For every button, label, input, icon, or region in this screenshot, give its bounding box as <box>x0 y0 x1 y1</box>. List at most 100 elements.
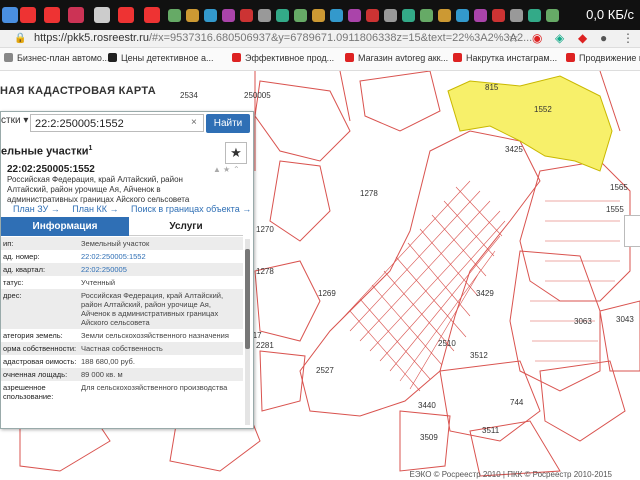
info-value: Частная собственность <box>79 342 243 355</box>
info-value: Земельный участок <box>79 237 243 250</box>
map-side-button[interactable] <box>624 215 640 247</box>
info-row: атегория земель: Земли сельскохозяйственн… <box>1 329 243 342</box>
bookmark-icon <box>345 53 354 62</box>
info-value: Земли сельскохозяйственного назначения <box>81 331 229 340</box>
network-speed: 0,0 КБ/с <box>586 7 634 22</box>
menu-icon[interactable]: ⋮ <box>622 31 634 45</box>
bookmark-icon <box>108 53 117 62</box>
info-key: ип: <box>1 237 79 250</box>
info-key: адастровая оимость: <box>3 357 77 366</box>
parcel-label: 3043 <box>616 315 634 324</box>
app-notification-icon <box>222 9 235 22</box>
youtube-icon <box>44 7 60 23</box>
bookmark-item[interactable]: Магазин avtoreg акк... <box>345 53 448 63</box>
bookmark-item[interactable]: Эффективное прод... <box>232 53 334 63</box>
info-key: ад. номер: <box>3 252 40 261</box>
info-value[interactable]: 22:02:250005:1552 <box>79 250 243 263</box>
bookmark-label: Магазин avtoreg акк... <box>358 53 449 63</box>
tab-info[interactable]: Информация <box>1 217 129 236</box>
bookmark-item[interactable]: Цены детективное а... <box>108 53 214 63</box>
parcel-label: 2527 <box>316 366 334 375</box>
parcel-label: 3429 <box>476 289 494 298</box>
parcel-label: 744 <box>510 398 524 407</box>
bookmarks-bar: Бизнес-план автомо... Цены детективное а.… <box>0 48 640 71</box>
results-heading: ельные участки1 <box>1 145 93 158</box>
find-button[interactable]: Найти <box>206 114 250 133</box>
info-row: дрес: Российская Федерация, край Алтайски… <box>1 289 243 329</box>
app-notification-icon <box>168 9 181 22</box>
bookmark-label: Накрутка инстаграм... <box>466 53 558 63</box>
info-key: татус: <box>3 278 24 287</box>
panel-scrollbar[interactable] <box>245 239 250 425</box>
info-value[interactable]: 22:02:250005 <box>79 263 243 276</box>
plan-kk-link[interactable]: План КК → <box>72 204 118 214</box>
star-bookmark-icon[interactable]: ☆ <box>508 31 519 45</box>
app-notification-icon <box>402 9 415 22</box>
address-bar[interactable]: 🔒 https://pkk5.rosreestr.ru/#x=9537316.6… <box>0 30 640 48</box>
profile-icon[interactable]: ● <box>600 31 607 45</box>
info-row: азрешенное спользование: Для сельскохозяй… <box>1 381 243 403</box>
search-row: стки ▾ 22:2:250005:1552 × Найти <box>1 112 253 136</box>
bookmark-item[interactable]: Накрутка инстаграм... <box>453 53 557 63</box>
app-notification-icon <box>330 9 343 22</box>
info-row: очненная лощадь: 89 000 кв. м <box>1 368 243 381</box>
info-table: ип: Земельный участок ад. номер: 22:02:2500… <box>1 237 243 403</box>
parcel-label: 1269 <box>318 289 336 298</box>
parcel-label: 815 <box>485 83 499 92</box>
collapse-icon[interactable]: ▲ <box>213 165 221 174</box>
app-notification-icon <box>240 9 253 22</box>
info-value: Российская Федерация, край Алтайский, ра… <box>79 289 243 329</box>
object-number[interactable]: 22:02:250005:1552 <box>7 164 95 175</box>
opera-icon[interactable]: ◉ <box>532 31 542 45</box>
youtube-icon <box>144 7 160 23</box>
parcel-label: 1278 <box>256 267 274 276</box>
app-notification-icon <box>258 9 271 22</box>
bookmark-item[interactable]: Продвижение в In... <box>566 53 640 63</box>
app-notification-icon <box>420 9 433 22</box>
app-notification-icon <box>294 9 307 22</box>
bookmark-icon <box>566 53 575 62</box>
app-notification-icon <box>438 9 451 22</box>
youtube-icon <box>20 7 36 23</box>
chevron-up-icon[interactable]: ⌃ <box>233 165 240 174</box>
parcel-label: 3440 <box>418 401 436 410</box>
app-notification-icon <box>186 9 199 22</box>
bookmark-item[interactable]: Бизнес-план автомо... <box>4 53 109 63</box>
app-notification-icon <box>492 9 505 22</box>
url-text[interactable]: https://pkk5.rosreestr.ru/#x=9537316.680… <box>34 32 532 44</box>
extension-icon[interactable]: ◆ <box>578 31 587 45</box>
info-value: Для сельскохозяйственного производства <box>81 383 228 392</box>
info-row: адастровая оимость: 188 680,00 руб. <box>1 355 243 368</box>
app-notification-icon <box>312 9 325 22</box>
favorite-star-icon[interactable]: ★ <box>225 142 247 164</box>
app-notification-icon <box>276 9 289 22</box>
highlighted-parcel <box>447 75 613 172</box>
bookmark-icon <box>4 53 13 62</box>
plan-zu-link[interactable]: План ЗУ → <box>13 204 60 214</box>
info-row: татус: Учтенный <box>1 276 243 289</box>
scrollbar-thumb[interactable] <box>245 249 250 349</box>
clear-icon[interactable]: × <box>191 117 197 128</box>
parcel-label: 2534 <box>180 91 198 100</box>
info-row: ад. квартал: 22:02:250005 <box>1 263 243 276</box>
info-key: атегория земель: <box>3 331 63 340</box>
parcel-label: 3511 <box>482 426 500 435</box>
search-type-select[interactable]: стки ▾ <box>1 115 28 126</box>
parcel-label: 1555 <box>606 205 624 214</box>
instagram-icon <box>68 7 84 23</box>
bookmark-label: Цены детективное а... <box>121 53 214 63</box>
parcel-label: 2510 <box>438 339 456 348</box>
extension-icon[interactable]: ◈ <box>555 31 564 45</box>
search-bounds-link[interactable]: Поиск в границах объекта → <box>131 204 251 214</box>
info-key: дрес: <box>1 289 79 329</box>
bookmark-label: Продвижение в In... <box>579 53 640 63</box>
tab-services[interactable]: Услуги <box>129 217 243 236</box>
info-key: ад. квартал: <box>1 263 79 276</box>
app-notification-icon <box>366 9 379 22</box>
parcel-label: 3063 <box>574 317 592 326</box>
app-notification-icon <box>474 9 487 22</box>
parcel-label: 3425 <box>505 145 523 154</box>
star-small-icon[interactable]: ★ <box>223 165 230 174</box>
search-input[interactable]: 22:2:250005:1552 <box>30 114 204 132</box>
info-panel: стки ▾ 22:2:250005:1552 × Найти ★ ельные… <box>0 111 254 429</box>
